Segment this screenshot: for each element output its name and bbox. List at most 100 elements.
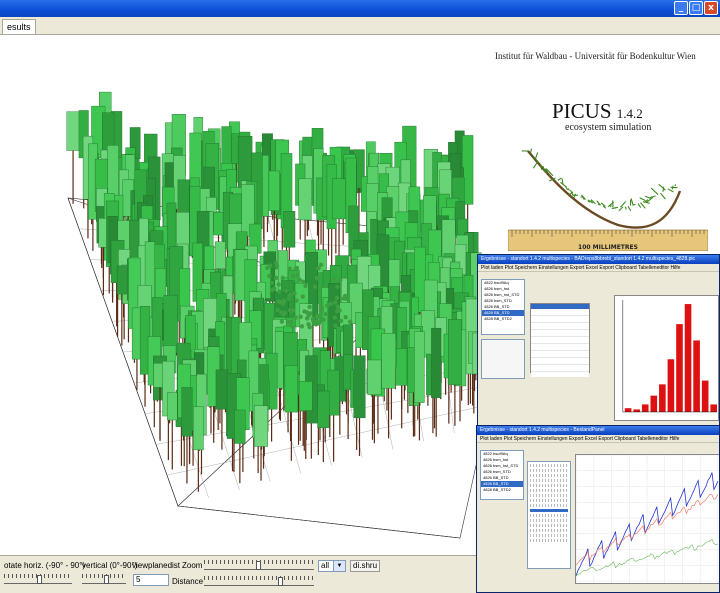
vertical-label: vertical (0°-90°) — [82, 561, 138, 570]
variable-item[interactable] — [530, 489, 568, 492]
vertical-angle-slider[interactable] — [82, 573, 126, 584]
sapling — [315, 315, 320, 320]
sapling — [325, 303, 330, 308]
sapling — [343, 296, 348, 301]
sapling — [335, 304, 341, 309]
sapling — [290, 273, 296, 279]
histogram-bar — [676, 324, 683, 412]
sapling — [276, 299, 281, 304]
histogram-result-window[interactable]: Ergebnisse - standort 1.4.2 multispecies… — [477, 254, 720, 426]
variable-item[interactable] — [530, 529, 568, 532]
sapling — [280, 301, 286, 306]
ruler-label: 100 MILLIMETRES — [578, 244, 638, 251]
distance-label: Distance — [172, 577, 204, 586]
variable-item[interactable] — [530, 514, 568, 517]
sapling — [276, 282, 281, 287]
maximize-button[interactable]: □ — [689, 1, 703, 15]
sapling — [294, 298, 299, 303]
sapling — [299, 324, 305, 329]
sapling — [323, 311, 329, 317]
view-controls: otate horiz. (-90° - 90°) vertical (0°-9… — [0, 555, 486, 593]
histogram-plot-list[interactable]: 4822 bsuf9Aq 4826 bsm_hst 4826 bsm_hst_STD… — [481, 279, 525, 335]
rotate-slider-thumb[interactable] — [37, 575, 42, 584]
timeseries-plot-list[interactable]: 4822 bsuf9Aq 4826 bsm_hst 4826 bsm_hst_STD… — [480, 450, 524, 500]
sapling — [307, 304, 312, 310]
histogram-bar — [624, 408, 632, 412]
zoom-slider-thumb[interactable] — [256, 561, 261, 570]
sapling — [332, 315, 338, 320]
histogram-bar — [633, 409, 640, 412]
sapling — [286, 296, 291, 301]
histogram-bar — [693, 340, 700, 412]
rotate-horizontal-label: otate horiz. (-90° - 90°) — [4, 561, 86, 570]
sapling — [316, 276, 321, 281]
sapling — [280, 275, 286, 281]
sapling — [267, 273, 272, 279]
minimize-button[interactable]: _ — [674, 1, 688, 15]
variable-item[interactable] — [530, 479, 568, 482]
variable-item[interactable] — [530, 499, 568, 502]
tree — [66, 111, 80, 204]
title-bar: _ □ x — [0, 0, 720, 17]
sapling — [279, 319, 285, 324]
histogram-bar — [667, 359, 675, 412]
distance-slider-thumb[interactable] — [278, 577, 283, 586]
rotate-horizontal-slider[interactable] — [4, 573, 72, 584]
vertical-slider-thumb[interactable] — [104, 575, 109, 584]
sapling — [281, 312, 286, 317]
variable-item[interactable] — [530, 534, 568, 537]
variable-item[interactable] — [530, 494, 568, 497]
product-tagline: ecosystem simulation — [565, 122, 652, 133]
histogram-window-menu: Plot laden Plot Speichern Einstellungen … — [478, 264, 719, 272]
sapling — [310, 316, 315, 322]
sapling — [337, 278, 342, 283]
variable-item[interactable] — [530, 524, 568, 527]
chevron-down-icon[interactable]: ▼ — [333, 561, 345, 571]
product-title: PICUS — [552, 99, 612, 123]
variable-item[interactable] — [530, 464, 568, 467]
app-window: _ □ x esults otate horiz. (-90° - 90°) v… — [0, 0, 720, 593]
sapling — [274, 264, 280, 269]
list-item[interactable]: 4828 BB_STD2 — [482, 316, 524, 322]
sapling — [343, 315, 348, 320]
viewplane-input[interactable]: 5 — [133, 574, 169, 586]
histogram-bar — [710, 404, 718, 412]
sapling — [335, 308, 340, 314]
sapling — [335, 284, 340, 290]
tab-results[interactable]: esults — [2, 19, 36, 34]
sapling — [290, 324, 295, 330]
variable-item[interactable] — [530, 539, 568, 542]
sapling — [347, 319, 353, 324]
distance-slider[interactable] — [204, 575, 314, 586]
sapling — [334, 295, 340, 301]
list-item[interactable]: 4828 BB_STD2 — [481, 487, 523, 493]
sapling — [338, 318, 344, 324]
variable-item[interactable] — [530, 519, 568, 522]
timeseries-result-window[interactable]: Ergebnisse - standort 1.4.2 multispecies… — [476, 425, 720, 593]
sapling — [295, 272, 300, 277]
variable-item[interactable] — [530, 509, 568, 512]
filter-button[interactable]: di.shru — [350, 560, 381, 572]
zoom-slider[interactable] — [204, 559, 314, 570]
variable-item[interactable] — [530, 474, 568, 477]
sapling — [319, 304, 324, 310]
variable-item[interactable] — [530, 504, 568, 507]
histogram-data-table — [530, 303, 590, 377]
sapling — [312, 284, 318, 290]
close-button[interactable]: x — [704, 1, 718, 15]
variable-item[interactable] — [530, 469, 568, 472]
sapling — [302, 309, 307, 314]
timeseries-variable-list[interactable] — [527, 461, 571, 569]
sapling — [273, 275, 279, 281]
sapling — [293, 266, 298, 271]
histogram-bar — [701, 380, 709, 412]
sapling — [306, 313, 311, 318]
sapling — [300, 294, 306, 299]
sapling — [292, 291, 297, 296]
product-version: 1.4.2 — [616, 106, 643, 121]
sapling — [287, 266, 292, 271]
histogram-bar — [650, 395, 658, 412]
sapling — [287, 320, 292, 325]
variable-item[interactable] — [530, 484, 568, 487]
sapling — [293, 315, 298, 320]
